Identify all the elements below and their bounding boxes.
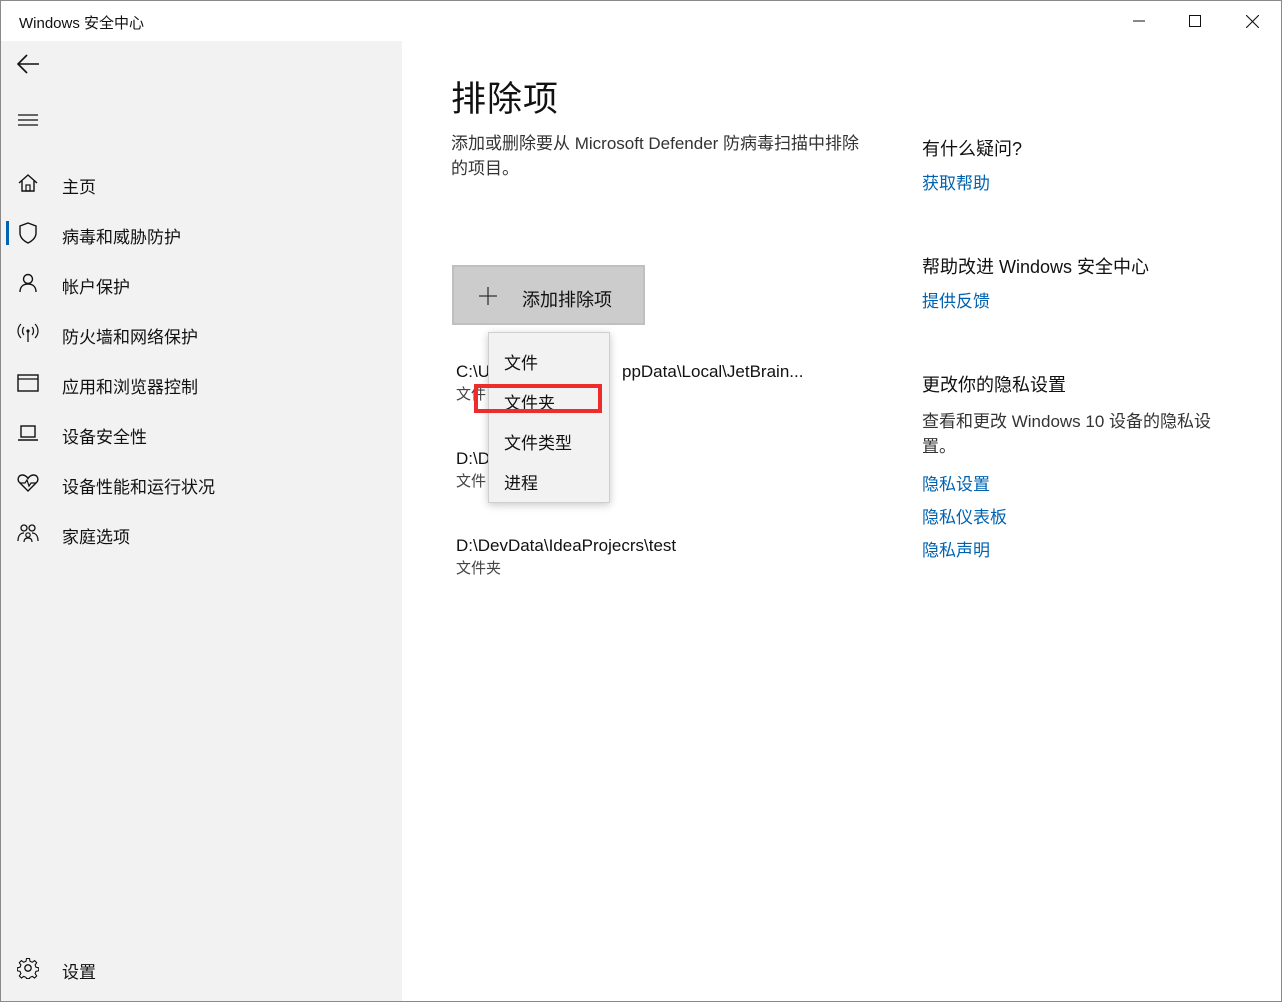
sidebar-item-app-browser-control[interactable]: 应用和浏览器控制 bbox=[1, 361, 402, 405]
hamburger-menu-icon bbox=[17, 112, 39, 133]
menu-item-file[interactable]: 文件 bbox=[489, 337, 609, 377]
sidebar-item-label: 病毒和威胁防护 bbox=[62, 228, 181, 247]
exclusion-type: 文件夹 bbox=[456, 560, 502, 577]
back-button[interactable] bbox=[13, 51, 43, 81]
active-indicator bbox=[6, 221, 9, 245]
menu-item-label: 文件类型 bbox=[504, 434, 572, 453]
sidebar-item-label: 设备性能和运行状况 bbox=[62, 478, 215, 497]
sidebar-item-family-options[interactable]: 家庭选项 bbox=[1, 511, 402, 555]
question-heading: 有什么疑问? bbox=[922, 139, 1023, 159]
browser-window-icon bbox=[17, 372, 39, 394]
minimize-button[interactable] bbox=[1111, 1, 1167, 41]
sidebar-item-device-security[interactable]: 设备安全性 bbox=[1, 411, 402, 455]
main-content: 排除项 添加或删除要从 Microsoft Defender 防病毒扫描中排除的… bbox=[402, 41, 1281, 1001]
sidebar-item-label: 帐户保护 bbox=[62, 278, 130, 297]
feedback-link[interactable]: 提供反馈 bbox=[922, 287, 990, 312]
app-window: Windows 安全中心 主页 病毒和威胁防护 帐户保护 防火墙和网络保护 应用… bbox=[0, 0, 1282, 1002]
sidebar-item-label: 设置 bbox=[62, 963, 96, 982]
page-description: 添加或删除要从 Microsoft Defender 防病毒扫描中排除的项目。 bbox=[451, 134, 860, 178]
sidebar-item-label: 主页 bbox=[62, 178, 96, 197]
sidebar-item-home[interactable]: 主页 bbox=[1, 161, 402, 205]
menu-button[interactable] bbox=[13, 107, 43, 137]
add-exclusion-button[interactable]: 添加排除项 bbox=[452, 265, 645, 325]
privacy-heading: 更改你的隐私设置 bbox=[922, 375, 1066, 395]
privacy-dashboard-link[interactable]: 隐私仪表板 bbox=[922, 503, 1007, 528]
home-icon bbox=[17, 172, 39, 194]
sidebar-item-settings[interactable]: 设置 bbox=[1, 946, 402, 990]
maximize-icon bbox=[1189, 15, 1201, 27]
close-icon bbox=[1245, 14, 1259, 28]
family-icon bbox=[17, 522, 39, 544]
back-arrow-icon bbox=[16, 53, 40, 79]
sidebar-item-label: 家庭选项 bbox=[62, 528, 130, 547]
shield-icon bbox=[17, 222, 39, 244]
highlight-annotation-box bbox=[474, 384, 602, 413]
add-exclusion-dropdown: 文件 文件夹 文件类型 进程 bbox=[488, 332, 610, 503]
sidebar-item-virus-protection[interactable]: 病毒和威胁防护 bbox=[1, 211, 402, 255]
menu-item-label: 进程 bbox=[504, 474, 538, 493]
exclusion-item[interactable]: D:\DevData\IdeaProjecrs\test 文件夹 bbox=[456, 534, 836, 580]
menu-item-file-type[interactable]: 文件类型 bbox=[489, 417, 609, 457]
sidebar-item-label: 应用和浏览器控制 bbox=[62, 378, 198, 397]
sidebar-item-firewall[interactable]: 防火墙和网络保护 bbox=[1, 311, 402, 355]
get-help-link[interactable]: 获取帮助 bbox=[922, 169, 990, 194]
maximize-button[interactable] bbox=[1167, 1, 1223, 41]
laptop-icon bbox=[17, 422, 39, 444]
title-bar: Windows 安全中心 bbox=[1, 1, 1281, 41]
exclusion-path: D:\DevData\IdeaProjecrs\test bbox=[456, 536, 677, 555]
gear-icon bbox=[17, 957, 39, 979]
sidebar-item-account-protection[interactable]: 帐户保护 bbox=[1, 261, 402, 305]
page-title: 排除项 bbox=[451, 80, 560, 119]
wifi-antenna-icon bbox=[17, 322, 39, 344]
sidebar-item-label: 防火墙和网络保护 bbox=[62, 328, 198, 347]
add-exclusion-label: 添加排除项 bbox=[522, 290, 612, 310]
privacy-settings-link[interactable]: 隐私设置 bbox=[922, 470, 990, 495]
sidebar-item-label: 设备安全性 bbox=[62, 428, 147, 447]
sidebar-item-device-health[interactable]: 设备性能和运行状况 bbox=[1, 461, 402, 505]
menu-item-process[interactable]: 进程 bbox=[489, 457, 609, 497]
minimize-icon bbox=[1133, 15, 1145, 27]
person-icon bbox=[17, 272, 39, 294]
privacy-description: 查看和更改 Windows 10 设备的隐私设置。 bbox=[922, 412, 1212, 456]
sidebar: 主页 病毒和威胁防护 帐户保护 防火墙和网络保护 应用和浏览器控制 设备安全性 … bbox=[1, 41, 402, 1001]
plus-icon bbox=[478, 286, 498, 306]
privacy-statement-link[interactable]: 隐私声明 bbox=[922, 536, 990, 561]
window-title: Windows 安全中心 bbox=[19, 15, 145, 32]
improve-heading: 帮助改进 Windows 安全中心 bbox=[922, 257, 1150, 277]
heart-pulse-icon bbox=[17, 472, 39, 494]
close-button[interactable] bbox=[1224, 1, 1280, 41]
menu-item-label: 文件 bbox=[504, 354, 538, 373]
